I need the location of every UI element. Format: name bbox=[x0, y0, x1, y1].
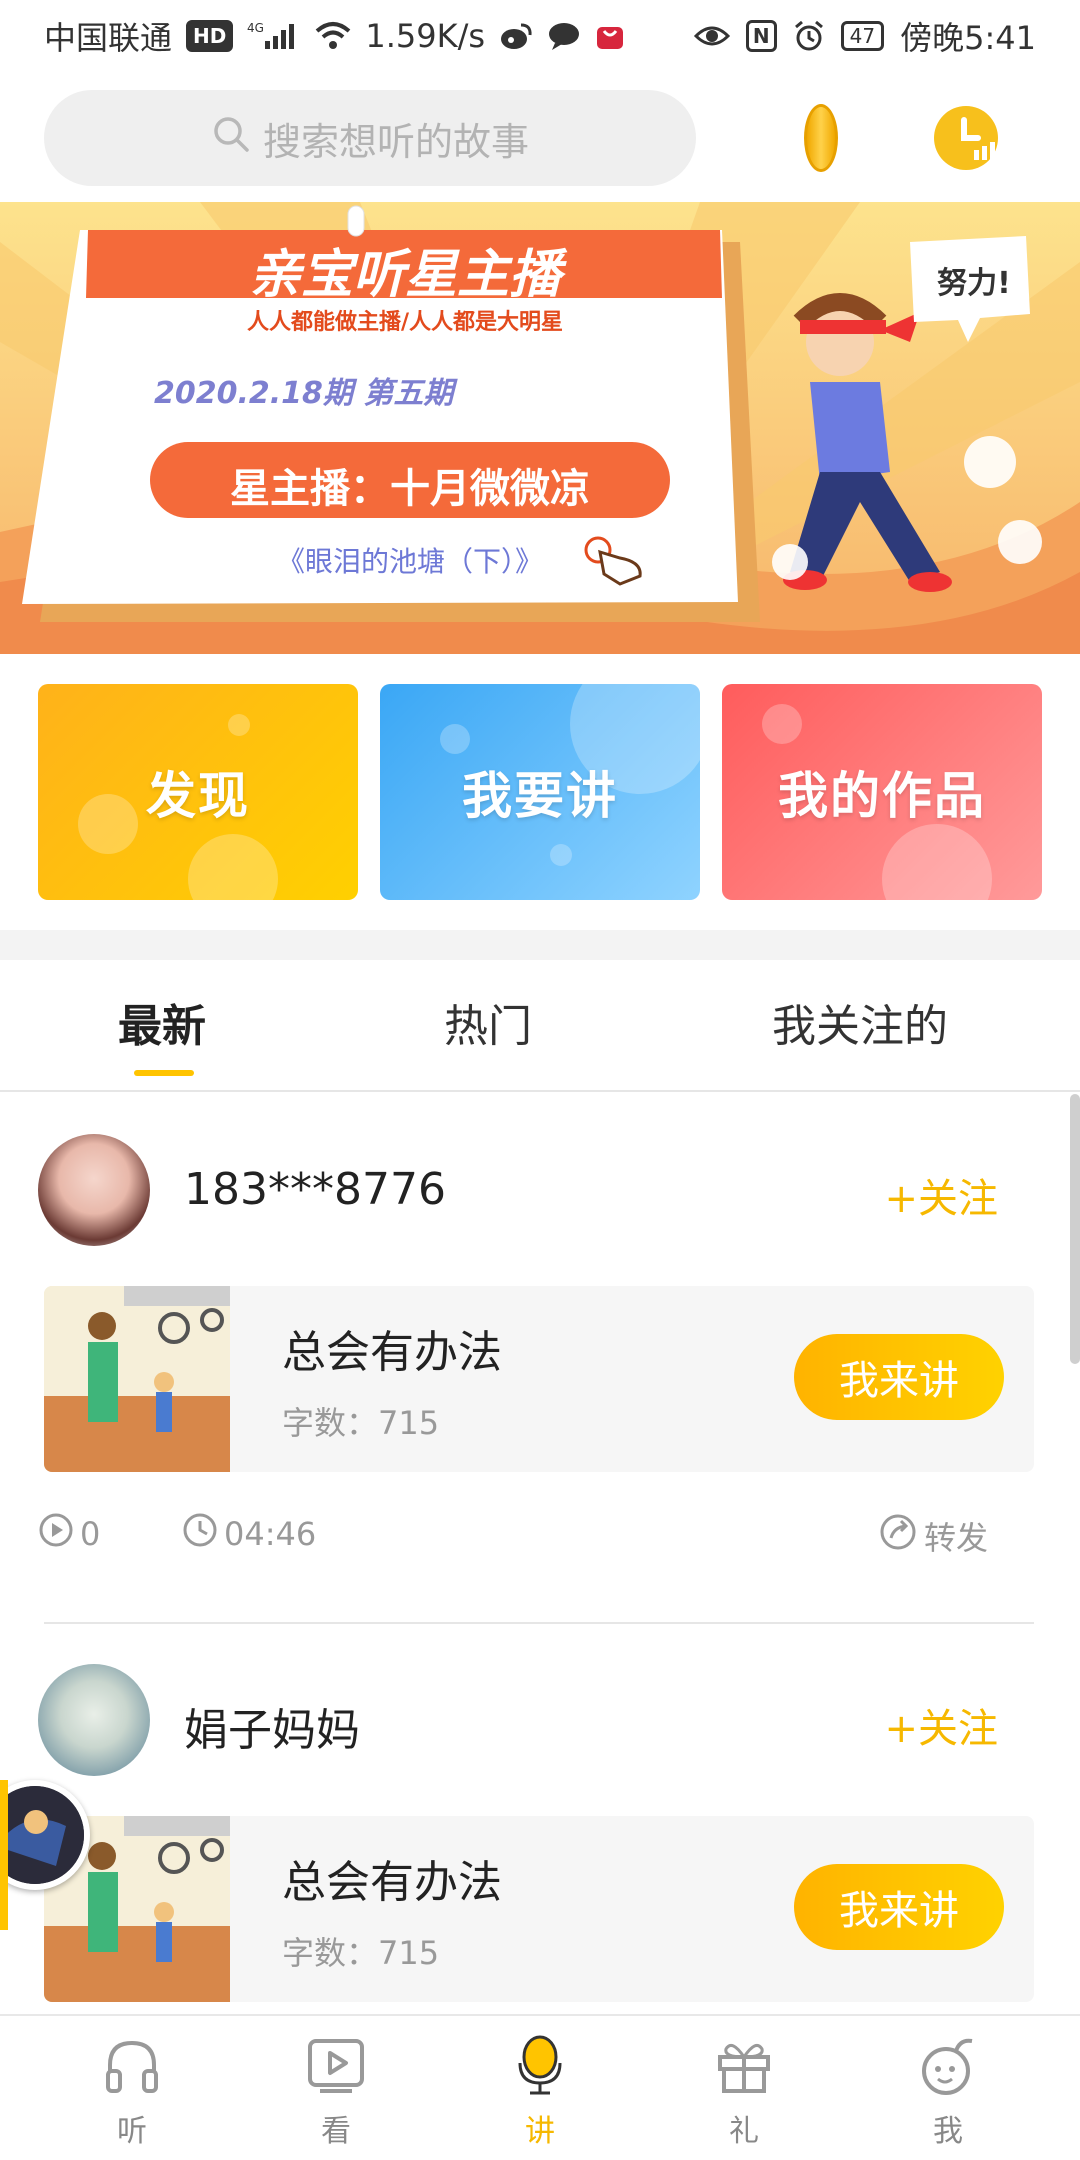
tell-story-button[interactable]: 我来讲 bbox=[794, 1864, 1004, 1950]
search-row: 搜索想听的故事 bbox=[0, 86, 1080, 192]
nav-listen-label: 听 bbox=[117, 2114, 147, 2149]
search-input[interactable]: 搜索想听的故事 bbox=[44, 90, 696, 186]
banner-title: 亲宝听星主播 bbox=[248, 245, 561, 305]
duration: 04:46 bbox=[182, 1512, 316, 1556]
avatar[interactable] bbox=[38, 1664, 150, 1776]
i-want-to-tell-card[interactable]: 我要讲 bbox=[380, 684, 700, 900]
chat-icon bbox=[547, 21, 581, 51]
post-username[interactable]: 娟子妈妈 bbox=[184, 1694, 360, 1758]
share-label: 转发 bbox=[924, 1519, 989, 1557]
follow-button[interactable]: +关注 bbox=[884, 1696, 998, 1754]
nav-gift[interactable]: 礼 bbox=[684, 2030, 804, 2154]
eye-icon bbox=[693, 22, 730, 50]
player-edge-bar bbox=[0, 1780, 8, 1930]
battery-level: 47 bbox=[849, 24, 876, 48]
play-circle-icon bbox=[38, 1512, 74, 1556]
microphone-icon bbox=[505, 2030, 575, 2100]
banner-host: 星主播：十月微微凉 bbox=[230, 466, 590, 512]
shopping-bag-icon bbox=[595, 21, 625, 51]
my-works-label: 我的作品 bbox=[778, 767, 986, 825]
coin-icon[interactable] bbox=[804, 104, 838, 172]
section-divider bbox=[0, 930, 1080, 960]
clock-icon bbox=[182, 1512, 218, 1556]
post-meta: 0 04:46 转发 bbox=[38, 1502, 1038, 1562]
banner-subtitle: 人人都能做主播/人人都是大明星 bbox=[246, 310, 564, 335]
search-icon bbox=[211, 114, 251, 163]
status-bar: 中国联通 HD 4G 1.59K/s N 47 傍晚5:41 bbox=[0, 0, 1080, 72]
my-works-card[interactable]: 我的作品 bbox=[722, 684, 1042, 900]
now-playing-disc[interactable] bbox=[0, 1780, 90, 1890]
tab-following[interactable]: 我关注的 bbox=[772, 990, 948, 1054]
tab-indicator bbox=[134, 1070, 194, 1076]
floating-player[interactable] bbox=[0, 1780, 100, 1930]
alarm-icon bbox=[793, 20, 825, 52]
search-placeholder: 搜索想听的故事 bbox=[262, 119, 529, 164]
story-card[interactable]: 总会有办法 字数：715 我来讲 bbox=[44, 1286, 1034, 1472]
signal-icon: 4G bbox=[247, 21, 301, 51]
headphones-icon bbox=[97, 2030, 167, 2100]
bottom-nav: 听 看 讲 礼 我 bbox=[0, 2014, 1080, 2160]
weibo-icon bbox=[499, 21, 533, 51]
banner-speech: 努力! bbox=[937, 266, 1011, 301]
play-count-value: 0 bbox=[80, 1515, 101, 1553]
promo-banner[interactable]: 亲宝听星主播 人人都能做主播/人人都是大明星 2020.2.18期 第五期 星主… bbox=[0, 202, 1080, 654]
gift-icon bbox=[709, 2030, 779, 2100]
post-divider bbox=[44, 1622, 1034, 1624]
nav-watch-label: 看 bbox=[321, 2114, 351, 2149]
play-count: 0 bbox=[38, 1512, 100, 1556]
i-want-to-tell-label: 我要讲 bbox=[462, 767, 618, 825]
carrier-name: 中国联通 bbox=[44, 19, 173, 57]
clock-time: 傍晚5:41 bbox=[900, 19, 1036, 57]
history-icon[interactable] bbox=[934, 106, 998, 170]
nav-watch[interactable]: 看 bbox=[276, 2030, 396, 2154]
tab-latest[interactable]: 最新 bbox=[118, 990, 206, 1054]
story-word-count: 字数：715 bbox=[282, 1404, 440, 1442]
play-icon bbox=[301, 2030, 371, 2100]
feed-scrollbar[interactable] bbox=[1070, 1094, 1080, 1364]
tab-popular[interactable]: 热门 bbox=[444, 990, 532, 1054]
share-icon bbox=[878, 1512, 918, 1560]
hd-badge: HD bbox=[186, 20, 234, 52]
story-feed[interactable]: 183***8776 +关注 总会有办法 字数：715 我来讲 0 04:46 … bbox=[0, 1094, 1080, 2014]
wifi-icon bbox=[315, 21, 351, 51]
story-thumbnail bbox=[44, 1286, 230, 1472]
nav-me-label: 我 bbox=[933, 2114, 963, 2149]
follow-button[interactable]: +关注 bbox=[884, 1166, 998, 1224]
network-speed: 1.59K/s bbox=[365, 17, 486, 55]
nav-me[interactable]: 我 bbox=[888, 2030, 1008, 2154]
avatar[interactable] bbox=[38, 1134, 150, 1246]
discover-label: 发现 bbox=[146, 767, 250, 825]
nav-tell-label: 讲 bbox=[525, 2114, 555, 2149]
share-button[interactable]: 转发 bbox=[878, 1512, 988, 1560]
story-card[interactable]: 总会有办法 字数：715 我来讲 bbox=[44, 1816, 1034, 2002]
story-word-count: 字数：715 bbox=[282, 1934, 440, 1972]
battery-icon: 47 bbox=[840, 21, 885, 51]
nav-tell[interactable]: 讲 bbox=[480, 2030, 600, 2154]
discover-card[interactable]: 发现 bbox=[38, 684, 358, 900]
post-username[interactable]: 183***8776 bbox=[184, 1164, 446, 1215]
story-title: 总会有办法 bbox=[282, 1327, 502, 1378]
profile-icon bbox=[913, 2030, 983, 2100]
category-cards: 发现 我要讲 我的作品 bbox=[38, 684, 1042, 900]
feed-tabs: 最新 热门 我关注的 bbox=[0, 960, 1080, 1092]
banner-issue: 2020.2.18期 第五期 bbox=[154, 376, 454, 411]
nav-listen[interactable]: 听 bbox=[72, 2030, 192, 2154]
story-title: 总会有办法 bbox=[282, 1857, 502, 1908]
pointer-hand-icon bbox=[580, 528, 650, 592]
network-type: 4G bbox=[247, 21, 264, 35]
nfc-icon: N bbox=[745, 20, 777, 52]
tell-story-button[interactable]: 我来讲 bbox=[794, 1334, 1004, 1420]
nav-gift-label: 礼 bbox=[729, 2114, 759, 2149]
duration-value: 04:46 bbox=[224, 1515, 317, 1553]
